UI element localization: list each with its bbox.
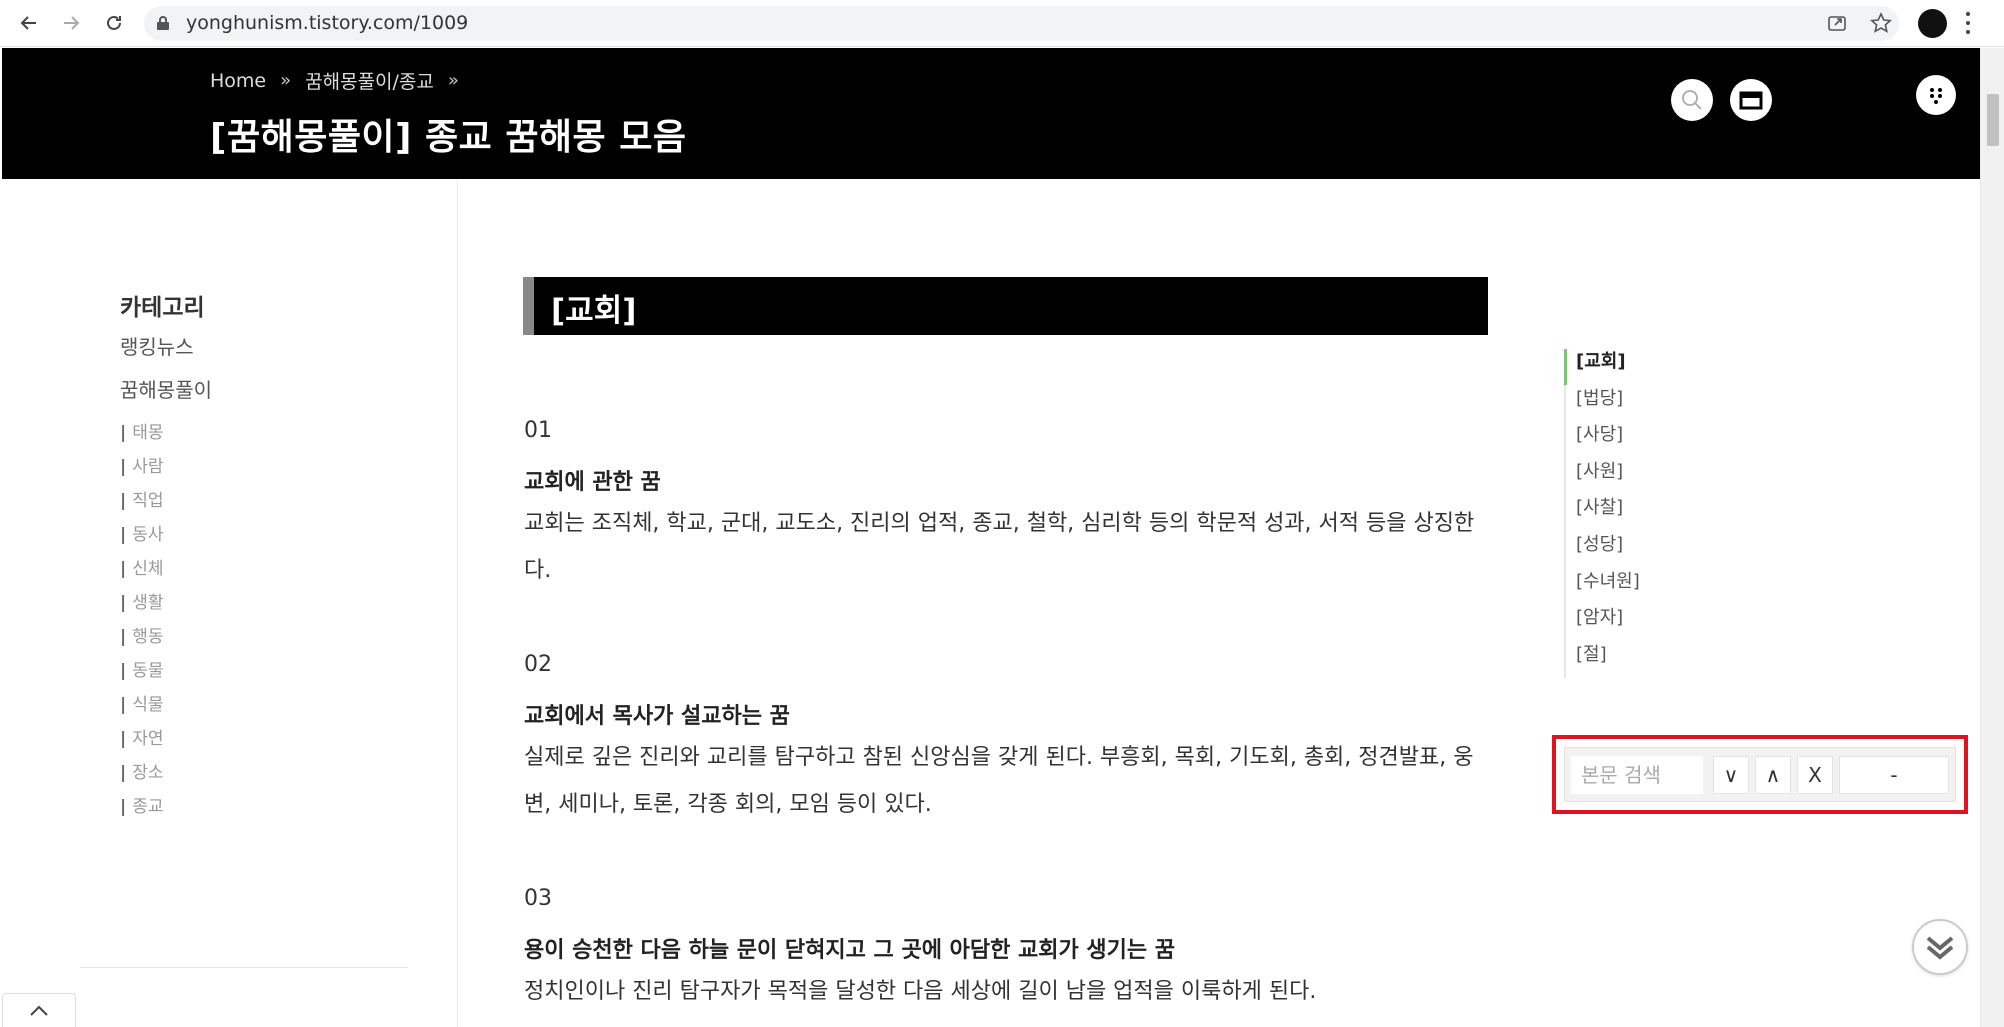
subcategory-item[interactable]: | 식물 xyxy=(120,690,164,715)
entry-subtitle: 교회에서 목사가 설교하는 꿈 xyxy=(524,704,790,729)
toc-item[interactable]: [수녀원] xyxy=(1566,569,1684,606)
scrollbar-thumb[interactable] xyxy=(1987,94,1999,146)
search-icon[interactable] xyxy=(1671,79,1713,121)
section-heading: [교회] xyxy=(523,277,1488,335)
share-icon[interactable] xyxy=(1826,12,1850,36)
left-sidebar: 카테고리 랭킹뉴스 꿈해몽풀이 | 태몽 | 사람 | 직업 | 동사 | 신체 | 생활 … xyxy=(2,179,458,1027)
subcategory-item[interactable]: | 장소 xyxy=(120,758,164,783)
subcategory-item[interactable]: | 태몽 xyxy=(120,418,164,443)
entry-number: 01 xyxy=(524,418,552,443)
profile-avatar[interactable] xyxy=(1918,9,1947,38)
scroll-down-button[interactable] xyxy=(1912,919,1968,975)
toc-item[interactable]: [성당] xyxy=(1566,532,1684,569)
window-icon[interactable] xyxy=(1730,79,1772,121)
category-title: 카테고리 xyxy=(120,295,205,321)
toc-item[interactable]: [암자] xyxy=(1566,605,1684,642)
double-chevron-down-icon xyxy=(1926,936,1954,960)
entry-text: 교회는 조직체, 학교, 군대, 교도소, 진리의 업적, 종교, 철학, 심리… xyxy=(524,511,1475,583)
back-arrow-icon[interactable] xyxy=(14,8,44,38)
entry-text: 실제로 깊은 진리와 교리를 탐구하고 참된 신앙심을 갖게 된다. 부흥회, … xyxy=(524,745,1474,817)
bookmark-star-icon[interactable] xyxy=(1869,12,1894,36)
breadcrumb-separator: » xyxy=(447,70,459,91)
subcategory-item[interactable]: | 신체 xyxy=(120,554,164,579)
find-prev-button[interactable]: ∧ xyxy=(1755,756,1791,794)
subcategory-item[interactable]: | 동사 xyxy=(120,520,164,545)
browser-toolbar: yonghunism.tistory.com/1009 xyxy=(0,0,2004,47)
forward-arrow-icon[interactable] xyxy=(56,8,86,38)
toc-item[interactable]: [사찰] xyxy=(1566,495,1684,532)
find-toolbar: ∨ ∧ X - xyxy=(1564,747,1956,802)
table-of-contents: [교회] [법당] [사당] [사원] [사찰] [성당] [수녀원] [암자]… xyxy=(1564,349,1684,679)
find-in-page-widget: ∨ ∧ X - xyxy=(1552,735,1968,814)
lock-icon xyxy=(156,15,170,35)
subcategory-item[interactable]: | 자연 xyxy=(120,724,164,749)
scroll-top-tab[interactable] xyxy=(2,993,76,1027)
address-bar[interactable]: yonghunism.tistory.com/1009 xyxy=(144,6,1899,41)
entry-number: 02 xyxy=(524,652,552,677)
breadcrumb-separator: » xyxy=(280,70,292,91)
page-title: [꿈해몽풀이] 종교 꿈해몽 모음 xyxy=(210,117,687,158)
category-item-ranking[interactable]: 랭킹뉴스 xyxy=(120,331,194,360)
subcategory-item[interactable]: | 직업 xyxy=(120,486,164,511)
toc-active-indicator xyxy=(1564,349,1567,385)
find-close-button[interactable]: X xyxy=(1797,756,1833,794)
entry-subtitle: 교회에 관한 꿈 xyxy=(524,470,661,495)
entry-subtitle: 용이 승천한 다음 하늘 문이 닫혀지고 그 곳에 아담한 교회가 생기는 꿈 xyxy=(524,938,1175,963)
browser-menu-icon[interactable] xyxy=(1963,10,1973,36)
url-text: yonghunism.tistory.com/1009 xyxy=(186,12,469,34)
find-input[interactable] xyxy=(1571,756,1703,794)
toc-item[interactable]: [사원] xyxy=(1566,459,1684,496)
find-minimize-button[interactable]: - xyxy=(1839,756,1949,794)
toc-item[interactable]: [법당] xyxy=(1566,386,1684,423)
entry-number: 03 xyxy=(524,886,552,911)
chevron-up-icon xyxy=(30,1005,48,1016)
blog-header: Home » 꿈해몽풀이/종교 » [꿈해몽풀이] 종교 꿈해몽 모음 xyxy=(2,48,1980,179)
toc-item-church[interactable]: [교회] xyxy=(1564,349,1684,386)
subcategory-item[interactable]: | 동물 xyxy=(120,656,164,681)
reload-icon[interactable] xyxy=(99,8,129,38)
menu-dots-icon[interactable] xyxy=(1916,75,1956,115)
subcategory-item[interactable]: | 종교 xyxy=(120,792,164,817)
toc-item[interactable]: [사당] xyxy=(1566,422,1684,459)
subcategory-item[interactable]: | 행동 xyxy=(120,622,164,647)
category-item-dream[interactable]: 꿈해몽풀이 xyxy=(120,374,212,403)
section-heading-text: [교회] xyxy=(551,293,637,329)
sidebar-divider xyxy=(80,967,408,968)
breadcrumb-home[interactable]: Home xyxy=(210,70,266,92)
breadcrumb: Home » 꿈해몽풀이/종교 » xyxy=(210,67,459,94)
find-next-button[interactable]: ∨ xyxy=(1713,756,1749,794)
entry-text: 정치인이나 진리 탐구자가 목적을 달성한 다음 세상에 길이 남을 업적을 이… xyxy=(524,979,1317,1004)
breadcrumb-category[interactable]: 꿈해몽풀이/종교 xyxy=(305,67,434,94)
subcategory-item[interactable]: | 생활 xyxy=(120,588,164,613)
toc-item[interactable]: [절] xyxy=(1566,642,1684,679)
subcategory-item[interactable]: | 사람 xyxy=(120,452,164,477)
page-viewport: Home » 꿈해몽풀이/종교 » [꿈해몽풀이] 종교 꿈해몽 모음 카테고리… xyxy=(2,48,1980,1027)
page-scrollbar[interactable] xyxy=(1980,48,2004,1027)
